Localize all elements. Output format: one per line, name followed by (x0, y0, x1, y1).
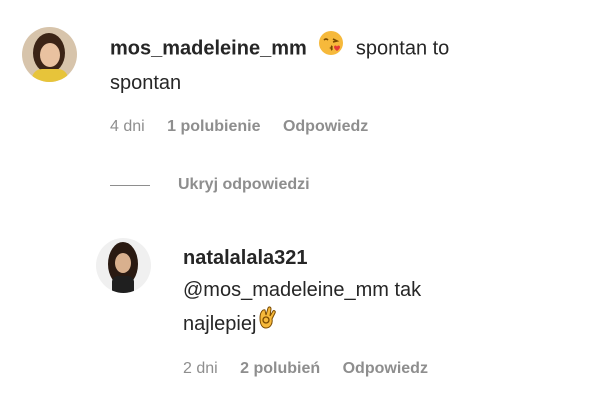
timestamp[interactable]: 2 dni (183, 360, 218, 377)
divider (110, 184, 150, 186)
ok-hand-icon (256, 306, 278, 340)
comment-body: mos_madeleine_mm spontan to spontan (110, 30, 580, 98)
username[interactable]: mos_madeleine_mm (110, 37, 307, 59)
hide-replies-button[interactable]: Ukryj odpowiedzi (110, 175, 310, 195)
timestamp[interactable]: 4 dni (110, 118, 145, 135)
comment-text: spontan (110, 72, 182, 94)
avatar[interactable] (22, 27, 77, 82)
username[interactable]: natalalala321 (183, 247, 308, 269)
mention-link[interactable]: @mos_madeleine_mm (183, 279, 389, 301)
comment-meta: 4 dni 1 polubienie Odpowiedz (110, 118, 386, 136)
comment-meta: 2 dni 2 polubień Odpowiedz (183, 360, 446, 378)
avatar[interactable] (96, 238, 151, 293)
comment-body: natalalala321 @mos_madeleine_mm tak najl… (183, 242, 583, 343)
comment-text: tak (394, 279, 422, 301)
comment-text: spontan to (355, 37, 450, 60)
reply-button[interactable]: Odpowiedz (343, 360, 428, 377)
comment-text: najlepiej (183, 312, 257, 335)
reply-button[interactable]: Odpowiedz (283, 118, 368, 135)
kiss-face-icon (318, 30, 344, 65)
likes-count[interactable]: 2 polubień (240, 360, 320, 377)
hide-replies-label: Ukryj odpowiedzi (178, 176, 310, 193)
likes-count[interactable]: 1 polubienie (167, 118, 260, 135)
